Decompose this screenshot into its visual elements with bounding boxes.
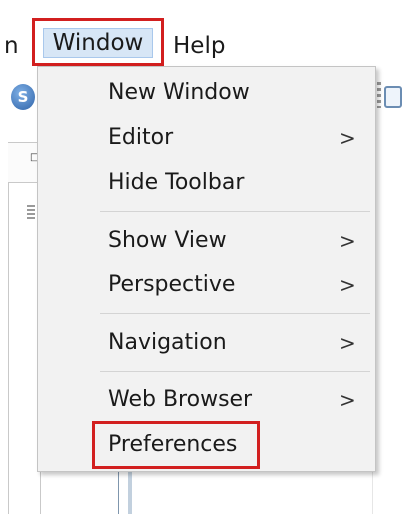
chevron-right-icon: >: [339, 388, 356, 412]
preferences-highlight-box: [92, 421, 260, 469]
menubar-item-window[interactable]: Window: [32, 18, 164, 66]
menu-item-label: Show View: [108, 228, 227, 253]
menu-item-label: Perspective: [108, 272, 236, 297]
screenshot-stage: S □ n Window Help New Window Editor > Hi…: [0, 0, 406, 514]
menu-separator: [100, 211, 370, 212]
menu-item-label: Hide Toolbar: [108, 170, 245, 195]
perspective-icon[interactable]: [384, 86, 402, 108]
background-divider-line: [118, 468, 119, 514]
menu-separator: [100, 313, 370, 314]
window-menu-dropdown: New Window Editor > Hide Toolbar Show Vi…: [37, 66, 376, 472]
panel-grip-icon: [27, 205, 35, 219]
menu-bar: n Window Help: [0, 0, 406, 70]
chevron-right-icon: >: [339, 229, 356, 253]
menu-item-label: Web Browser: [108, 387, 253, 412]
background-right-toolbar: [372, 60, 406, 514]
chevron-right-icon: >: [339, 126, 356, 150]
menu-item-label: New Window: [108, 80, 250, 105]
menu-item-perspective[interactable]: Perspective >: [38, 263, 375, 307]
menubar-item-partial[interactable]: n: [4, 31, 19, 61]
background-scroll-edge: [128, 468, 132, 514]
chevron-right-icon: >: [339, 273, 356, 297]
menu-item-new-window[interactable]: New Window: [38, 71, 375, 115]
menu-item-editor[interactable]: Editor >: [38, 116, 375, 160]
menu-item-hide-toolbar[interactable]: Hide Toolbar: [38, 161, 375, 205]
menubar-item-window-label: Window: [43, 28, 153, 58]
menu-item-show-view[interactable]: Show View >: [38, 219, 375, 263]
menu-item-label: Navigation: [108, 330, 227, 355]
menu-item-web-browser[interactable]: Web Browser >: [38, 378, 375, 422]
menu-item-navigation[interactable]: Navigation >: [38, 321, 375, 365]
menu-separator: [100, 371, 370, 372]
menu-item-label: Editor: [108, 125, 174, 150]
menubar-item-help[interactable]: Help: [173, 31, 225, 61]
toolbar-grip-icon: [377, 82, 381, 108]
chevron-right-icon: >: [339, 331, 356, 355]
app-logo-icon[interactable]: S: [11, 84, 35, 110]
